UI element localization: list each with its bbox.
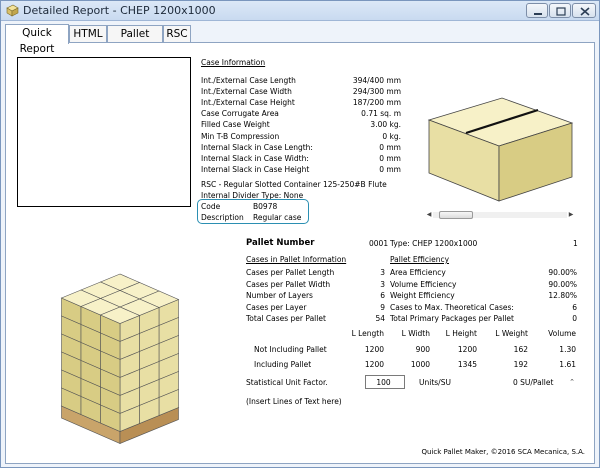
minimize-button[interactable]: [526, 3, 548, 18]
dimensions-cell: 162: [513, 345, 528, 354]
dimensions-column-header: L Height: [445, 329, 477, 338]
dimensions-cell: 1200: [364, 360, 384, 369]
maximize-button[interactable]: [549, 3, 571, 18]
case-info-label: Int./External Case Height: [201, 98, 295, 108]
cases-info-value: 54: [375, 314, 385, 323]
cases-in-pallet-title: Cases in Pallet Information: [246, 255, 347, 264]
collapse-chevron-icon[interactable]: ⌃: [567, 377, 577, 387]
dimensions-column-header: L Length: [351, 329, 384, 338]
cases-info-value: 3: [380, 279, 385, 289]
case-info-label: Min T-B Compression: [201, 131, 280, 141]
maximize-icon: [556, 7, 566, 16]
close-icon: [580, 7, 590, 16]
efficiency-label: Area Efficiency: [390, 268, 446, 277]
case-info-value: 3.00 kg.: [370, 120, 401, 130]
case-info-label: Case Corrugate Area: [201, 109, 279, 119]
case-info-label: Int./External Case Width: [201, 87, 292, 97]
dimensions-cell: 1000: [410, 360, 430, 369]
pallet-load-view: [60, 273, 180, 444]
efficiency-label: Weight Efficiency: [390, 291, 455, 300]
su-factor-label: Statistical Unit Factor.: [246, 378, 328, 387]
dimensions-cell: 900: [415, 345, 430, 354]
scroll-right-icon[interactable]: ▶: [567, 211, 575, 219]
pallet-efficiency-title: Pallet Efficiency: [390, 255, 450, 264]
description-label: Description: [201, 213, 244, 222]
insert-text-placeholder: (Insert Lines of Text here): [246, 397, 342, 406]
efficiency-value: 0: [572, 314, 577, 323]
pallet-type: Type: CHEP 1200x1000: [390, 239, 478, 248]
case-info-title: Case Information: [201, 58, 266, 67]
scroll-left-icon[interactable]: ◀: [425, 211, 433, 219]
description-value: Regular case: [253, 213, 302, 222]
cases-info-label: Cases per Pallet Length: [246, 268, 335, 277]
efficiency-value: 90.00%: [548, 268, 577, 277]
dimensions-cell: 1.30: [559, 345, 576, 354]
case-info-value: 0 mm: [379, 164, 401, 174]
efficiency-value: 6: [572, 302, 577, 312]
efficiency-value: 90.00%: [548, 279, 577, 289]
case-info-label: Internal Slack in Case Width:: [201, 153, 309, 163]
pallet-number-label: Pallet Number: [246, 238, 315, 248]
dimensions-cell: 1200: [364, 345, 384, 354]
close-button[interactable]: [572, 3, 596, 18]
efficiency-label: Total Primary Packages per Pallet: [390, 314, 514, 323]
dimensions-row-label: Not Including Pallet: [254, 345, 327, 354]
cases-info-value: 6: [380, 291, 385, 300]
dimensions-cell: 1345: [457, 360, 477, 369]
dimensions-column-header: Volume: [548, 329, 576, 338]
efficiency-value: 12.80%: [548, 291, 577, 300]
dimensions-cell: 192: [513, 360, 528, 369]
title-bar[interactable]: Detailed Report - CHEP 1200x1000: [1, 1, 599, 21]
efficiency-label: Volume Efficiency: [390, 279, 457, 289]
dimensions-column-header: L Width: [401, 329, 430, 338]
dimensions-cell: 1.61: [559, 360, 576, 369]
cases-info-label: Number of Layers: [246, 291, 313, 300]
pallet-type-count: 1: [573, 239, 578, 248]
dimensions-column-header: L Weight: [495, 329, 528, 338]
su-units-label: Units/SU: [419, 378, 451, 387]
app-icon: [6, 4, 19, 17]
case-info-label: Int./External Case Length: [201, 76, 296, 85]
cases-info-label: Total Cases per Pallet: [246, 314, 326, 323]
case-info-label: Internal Slack in Case Height: [201, 164, 310, 174]
cases-info-label: Cases per Layer: [246, 302, 307, 312]
tab-pallet-views[interactable]: Pallet Views: [107, 25, 163, 56]
tab-rsc[interactable]: RSC: [163, 25, 191, 43]
case-info-value: 0 mm: [379, 153, 401, 163]
cases-info-value: 3: [380, 268, 385, 277]
pallet-number-value: 0001: [369, 239, 389, 248]
case-info-value: 0 mm: [379, 142, 401, 152]
su-factor-input[interactable]: 100: [365, 375, 405, 389]
tab-quick-report[interactable]: Quick Report: [5, 24, 69, 55]
case-info-value: 294/300 mm: [352, 87, 401, 97]
dimensions-cell: 1200: [457, 345, 477, 354]
window-title: Detailed Report - CHEP 1200x1000: [23, 4, 216, 17]
su-pallet-label: 0 SU/Pallet: [513, 378, 554, 387]
case-info-value: 0.71 sq. m: [361, 109, 401, 119]
case-info-value: 0 kg.: [382, 131, 401, 141]
cases-info-value: 9: [380, 302, 385, 312]
code-value: B0978: [253, 202, 278, 211]
tab-html[interactable]: HTML: [69, 25, 107, 43]
cases-info-label: Cases per Pallet Width: [246, 279, 331, 289]
scroll-thumb[interactable]: [439, 211, 473, 219]
case-info-value: 187/200 mm: [352, 98, 401, 108]
dimensions-row-label: Including Pallet: [254, 360, 312, 369]
case-info-label: Filled Case Weight: [201, 120, 270, 130]
logo-placeholder: [17, 57, 191, 207]
report-window: Detailed Report - CHEP 1200x1000 Quick R…: [0, 0, 600, 468]
case-info-value: 394/400 mm: [352, 76, 401, 85]
horizontal-scrollbar[interactable]: ◀ ▶: [425, 210, 575, 220]
rsc-line: RSC - Regular Slotted Container 125-250#…: [201, 180, 387, 189]
efficiency-label: Cases to Max. Theoretical Cases:: [390, 302, 514, 312]
code-label: Code: [201, 202, 221, 211]
case-info-label: Internal Slack in Case Length:: [201, 142, 313, 152]
case-3d-view: [427, 97, 574, 202]
minimize-icon: [534, 13, 542, 15]
footer-copyright: Quick Pallet Maker, ©2016 SCA Mecanica, …: [421, 448, 585, 456]
